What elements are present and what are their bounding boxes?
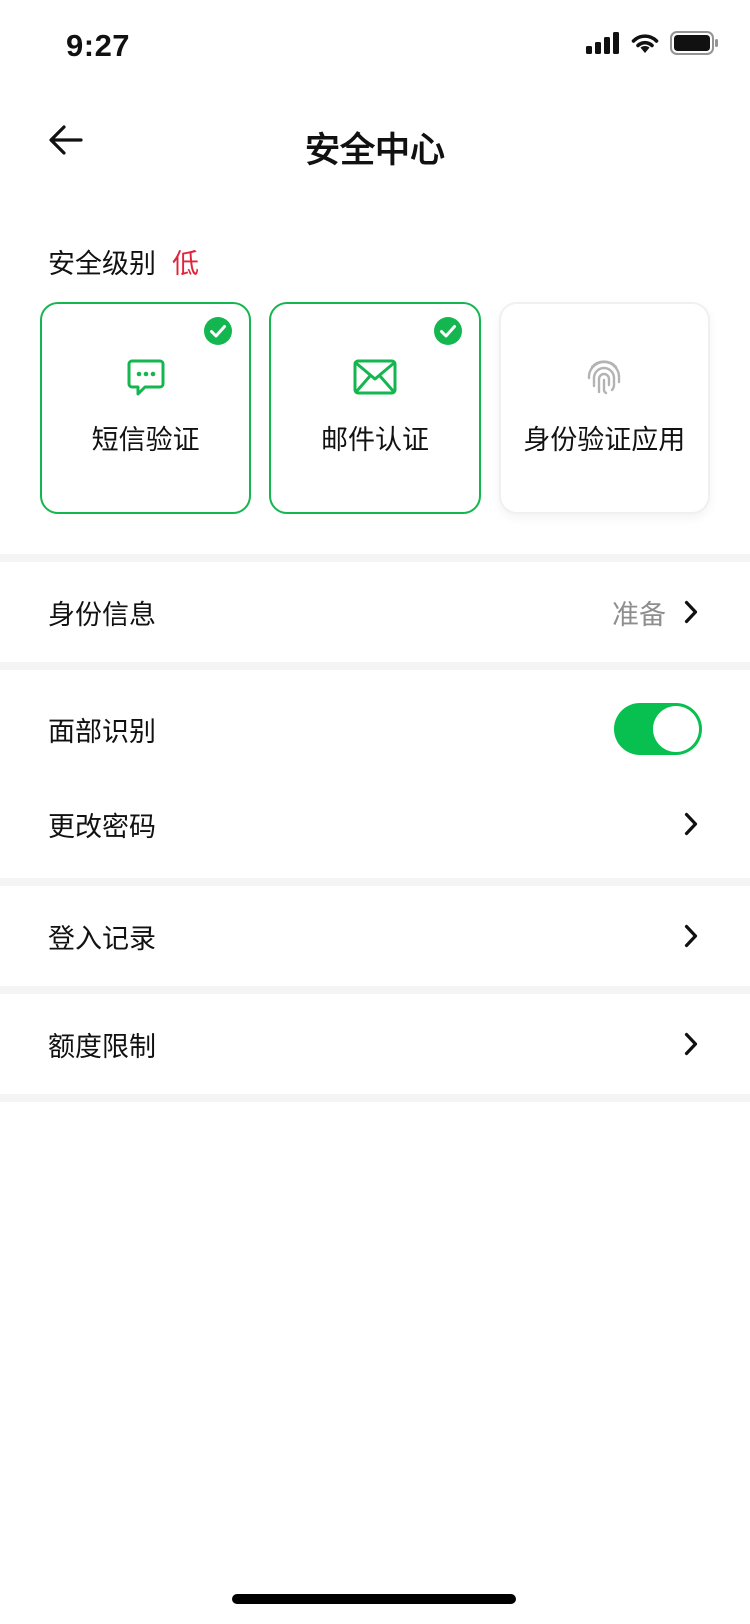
chevron-right-icon [680, 599, 702, 625]
identity-section: 身份信息 准备 [0, 562, 750, 662]
check-icon [433, 316, 463, 346]
limits-section: 额度限制 [0, 994, 750, 1094]
change-password-row[interactable]: 更改密码 [0, 778, 750, 870]
chevron-right-icon [680, 811, 702, 837]
security-level-label: 安全级别 [48, 249, 156, 280]
section-separator [0, 1094, 750, 1102]
envelope-icon [352, 354, 398, 400]
row-label: 额度限制 [48, 1031, 156, 1063]
face-id-row: 面部识别 [0, 680, 750, 778]
wifi-icon [630, 32, 660, 58]
login-records-row[interactable]: 登入记录 [0, 886, 750, 986]
login-records-section: 登入记录 [0, 886, 750, 986]
email-verification-card[interactable]: 邮件认证 [269, 302, 481, 514]
page-title: 安全中心 [304, 131, 445, 171]
home-indicator[interactable] [232, 1594, 516, 1604]
card-label: 短信验证 [91, 425, 200, 456]
signal-icon [586, 32, 620, 58]
security-settings-section: 面部识别 更改密码 [0, 670, 750, 870]
row-label: 登入记录 [48, 923, 156, 955]
security-level-value: 低 [172, 249, 199, 280]
security-level: 安全级别 低 [48, 242, 199, 281]
section-separator [0, 554, 750, 562]
row-right [680, 1031, 702, 1057]
fingerprint-icon [581, 354, 627, 400]
verification-cards: 短信验证 邮件认证 身份验证应用 [40, 302, 710, 514]
row-label: 身份信息 [48, 599, 156, 631]
section-separator [0, 986, 750, 994]
nav-bar: 安全中心 [0, 96, 750, 192]
row-label: 更改密码 [48, 811, 156, 843]
check-icon [203, 316, 233, 346]
row-right [614, 703, 702, 755]
chat-bubble-icon [123, 354, 169, 400]
section-separator [0, 878, 750, 886]
card-label: 身份验证应用 [523, 425, 686, 456]
sms-verification-card[interactable]: 短信验证 [40, 302, 252, 514]
chevron-right-icon [680, 1031, 702, 1057]
identity-info-row[interactable]: 身份信息 准备 [0, 562, 750, 662]
authenticator-app-card[interactable]: 身份验证应用 [498, 302, 710, 514]
row-right [680, 811, 702, 837]
limits-row[interactable]: 额度限制 [0, 994, 750, 1094]
row-right [680, 923, 702, 949]
status-time: 9:27 [66, 28, 131, 63]
row-label: 面部识别 [48, 716, 156, 748]
toggle-knob [653, 706, 699, 752]
face-id-toggle[interactable] [614, 703, 702, 755]
identity-status: 准备 [612, 599, 666, 631]
status-icons [586, 30, 718, 60]
status-bar: 9:27 [0, 0, 750, 96]
row-right: 准备 [612, 593, 702, 632]
section-separator [0, 662, 750, 670]
chevron-right-icon [680, 923, 702, 949]
card-label: 邮件认证 [320, 425, 429, 456]
battery-icon [670, 31, 718, 59]
